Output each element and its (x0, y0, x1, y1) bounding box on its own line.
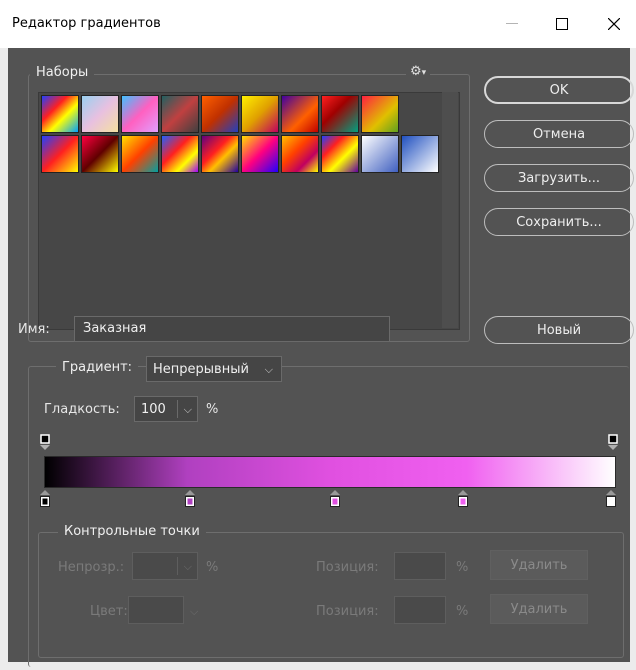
preset-swatch[interactable] (161, 135, 199, 173)
opacity-stop-left[interactable] (40, 434, 50, 450)
preset-swatch[interactable] (241, 135, 279, 173)
preset-swatch[interactable] (81, 135, 119, 173)
smoothness-field[interactable]: 100 ⌵ (134, 396, 198, 422)
preset-swatch[interactable] (241, 95, 279, 133)
gradient-bar[interactable] (44, 456, 616, 488)
save-button[interactable]: Сохранить... (484, 208, 634, 236)
presets-list[interactable] (38, 92, 460, 330)
color-delete-button: Удалить (490, 594, 588, 624)
window-title: Редактор градиентов (12, 16, 161, 31)
minimize-icon (506, 23, 518, 24)
preset-swatch[interactable] (201, 135, 239, 173)
opacity-position-percent: % (456, 560, 469, 575)
opacity-label: Непрозр.: (58, 560, 125, 575)
preset-swatch[interactable] (321, 135, 359, 173)
gradient-editor-window: Редактор градиентов Наборы ⚙▾ OK Отмена … (0, 0, 636, 670)
preset-swatch[interactable] (161, 95, 199, 133)
opacity-field: ⌵ (132, 552, 198, 580)
preset-swatch[interactable] (121, 135, 159, 173)
gradient-type-select[interactable]: Непрерывный ⌵ (146, 356, 282, 382)
preset-swatch[interactable] (41, 135, 79, 173)
preset-swatch[interactable] (201, 95, 239, 133)
gradient-type-label: Градиент: (56, 360, 139, 375)
preset-swatch[interactable] (41, 95, 79, 133)
title-bar: Редактор градиентов (0, 0, 636, 48)
color-label: Цвет: (90, 604, 128, 619)
color-stop[interactable] (606, 490, 616, 508)
chevron-down-icon: ⌵ (190, 605, 199, 618)
ok-button[interactable]: OK (484, 76, 634, 104)
minimize-button[interactable] (490, 0, 534, 48)
color-stop[interactable] (330, 490, 340, 508)
presets-legend: Наборы (30, 65, 95, 80)
stops-legend: Контрольные точки (58, 524, 206, 539)
maximize-button[interactable] (540, 0, 584, 48)
dialog-client: Наборы ⚙▾ OK Отмена Загрузить... Сохрани… (8, 48, 634, 667)
color-field (128, 596, 184, 624)
preset-swatch[interactable] (81, 95, 119, 133)
preset-swatch[interactable] (281, 135, 319, 173)
opacity-position-label: Позиция: (316, 560, 379, 575)
new-button[interactable]: Новый (484, 316, 634, 344)
gradient-type-value: Непрерывный (153, 361, 249, 377)
load-button[interactable]: Загрузить... (484, 164, 634, 192)
name-label: Имя: (18, 322, 50, 337)
opacity-delete-button: Удалить (490, 550, 588, 580)
presets-scrollbar[interactable] (442, 92, 458, 328)
color-position-percent: % (456, 604, 469, 619)
smoothness-value: 100 (141, 401, 166, 417)
chevron-down-icon[interactable]: ⌵ (184, 403, 192, 417)
preset-swatch[interactable] (361, 95, 399, 133)
preset-swatch[interactable] (321, 95, 359, 133)
preset-swatch[interactable] (121, 95, 159, 133)
preset-swatch[interactable] (361, 135, 399, 173)
close-icon (608, 18, 620, 30)
chevron-down-icon: ⌵ (183, 560, 192, 573)
opacity-stop-right[interactable] (608, 434, 618, 450)
opacity-percent: % (206, 560, 219, 575)
color-stop[interactable] (40, 490, 50, 508)
color-position-label: Позиция: (316, 604, 379, 619)
smoothness-percent: % (206, 402, 219, 417)
cancel-button[interactable]: Отмена (484, 120, 634, 148)
color-position-field (394, 596, 446, 624)
color-stop[interactable] (185, 490, 195, 508)
smoothness-divider (177, 400, 178, 418)
color-stop[interactable] (458, 490, 468, 508)
opacity-position-field (394, 552, 446, 580)
maximize-icon (556, 18, 568, 30)
chevron-down-icon: ⌵ (264, 363, 273, 376)
close-button[interactable] (592, 0, 636, 48)
preset-swatch[interactable] (281, 95, 319, 133)
smoothness-label: Гладкость: (44, 402, 120, 417)
preset-swatch[interactable] (401, 135, 439, 173)
name-field[interactable]: Заказная (74, 316, 390, 342)
gear-icon[interactable]: ⚙▾ (406, 64, 431, 79)
opacity-divider (177, 557, 178, 575)
